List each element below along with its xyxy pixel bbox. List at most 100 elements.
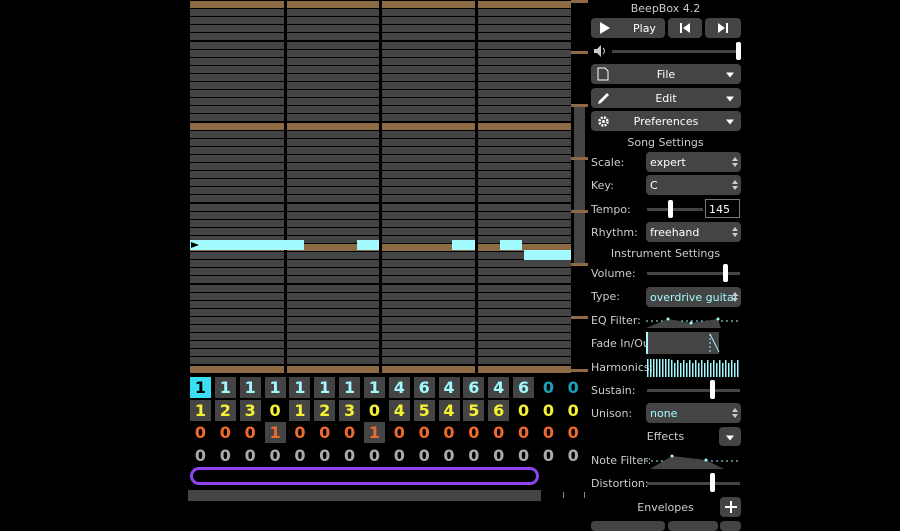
harmonic-bar[interactable]: [698, 363, 700, 377]
pattern-cell[interactable]: 6: [488, 399, 510, 421]
pattern-cell[interactable]: 5: [413, 399, 435, 421]
pattern-cell[interactable]: 0: [439, 445, 460, 466]
pattern-cell[interactable]: 0: [215, 422, 236, 443]
pattern-cell[interactable]: 0: [513, 422, 534, 443]
pattern-cell[interactable]: 6: [413, 377, 435, 398]
key-select[interactable]: C: [646, 175, 741, 195]
harmonic-bar[interactable]: [668, 359, 670, 377]
add-envelope-button[interactable]: [720, 497, 741, 517]
harmonic-bar[interactable]: [674, 363, 676, 377]
harmonic-bar[interactable]: [647, 359, 649, 377]
play-button[interactable]: Play: [591, 18, 665, 38]
pattern-cell[interactable]: 3: [339, 399, 361, 421]
harmonic-bar[interactable]: [692, 363, 694, 377]
tempo-thumb[interactable]: [668, 200, 673, 218]
octave-scroll-thumb[interactable]: [574, 105, 585, 266]
envelope-type-select[interactable]: [668, 521, 718, 531]
pattern-cell[interactable]: 0: [463, 445, 484, 466]
harmonic-bar[interactable]: [653, 359, 655, 377]
note[interactable]: [357, 240, 379, 250]
harmonic-bar[interactable]: [734, 363, 736, 377]
pattern-cell[interactable]: 0: [389, 445, 410, 466]
pattern-cell[interactable]: 0: [364, 445, 385, 466]
harmonic-bar[interactable]: [716, 363, 718, 377]
rhythm-select[interactable]: freehand: [646, 222, 741, 242]
harmonic-bar[interactable]: [671, 360, 673, 377]
tempo-input[interactable]: 145: [705, 199, 740, 218]
pattern-cell[interactable]: 0: [314, 422, 335, 443]
harmonic-bar[interactable]: [728, 363, 730, 377]
pattern-cell[interactable]: 0: [563, 400, 584, 421]
pattern-cell[interactable]: 0: [538, 400, 559, 421]
pattern-cell[interactable]: 4: [488, 377, 510, 398]
harmonic-bar[interactable]: [710, 363, 712, 377]
pattern-cell[interactable]: 0: [265, 400, 286, 421]
pattern-cell[interactable]: 1: [289, 399, 311, 421]
pattern-cell[interactable]: 1: [239, 377, 261, 398]
harmonic-bar[interactable]: [680, 363, 682, 377]
pattern-cell[interactable]: 0: [190, 422, 211, 443]
harmonic-bar[interactable]: [737, 360, 739, 377]
harmonic-bar[interactable]: [689, 360, 691, 377]
harmonic-bar[interactable]: [662, 359, 664, 377]
note[interactable]: [190, 240, 304, 250]
pattern-cell[interactable]: 0: [414, 445, 435, 466]
skip-back-button[interactable]: [668, 18, 702, 38]
harmonic-bar[interactable]: [695, 360, 697, 377]
pattern-cell[interactable]: 4: [388, 399, 410, 421]
octave-scrollbar[interactable]: [571, 0, 588, 374]
note[interactable]: [452, 240, 475, 250]
pattern-cell[interactable]: 6: [513, 377, 535, 398]
harmonic-bar[interactable]: [704, 363, 706, 377]
pattern-cell[interactable]: 2: [214, 399, 236, 421]
harmonics-editor[interactable]: [646, 357, 741, 377]
pattern-cell[interactable]: 1: [314, 377, 336, 398]
eq-filter-editor[interactable]: [646, 313, 741, 329]
pattern-cell[interactable]: 0: [488, 445, 509, 466]
pattern-cell[interactable]: 2: [314, 399, 336, 421]
pattern-cell[interactable]: 0: [488, 422, 509, 443]
pattern-editor[interactable]: [188, 0, 571, 374]
pattern-cell[interactable]: 0: [339, 445, 360, 466]
pattern-cell[interactable]: 0: [563, 422, 584, 443]
pattern-cell[interactable]: 0: [563, 377, 584, 398]
pattern-cell[interactable]: 1: [363, 422, 385, 443]
pattern-cell[interactable]: 0: [414, 422, 435, 443]
pattern-cell[interactable]: 0: [314, 445, 335, 466]
remove-envelope-button[interactable]: [720, 521, 741, 531]
harmonic-bar[interactable]: [722, 363, 724, 377]
harmonic-bar[interactable]: [665, 359, 667, 377]
note-filter-editor[interactable]: [646, 452, 741, 470]
harmonic-bar[interactable]: [731, 360, 733, 377]
note[interactable]: [500, 240, 522, 250]
pattern-cell[interactable]: 0: [538, 445, 559, 466]
harmonic-bar[interactable]: [650, 359, 652, 377]
pattern-cell[interactable]: 5: [463, 399, 485, 421]
harmonic-bar[interactable]: [677, 360, 679, 377]
pattern-cell[interactable]: 0: [240, 422, 261, 443]
preferences-menu[interactable]: Preferences: [591, 111, 741, 131]
pattern-cell[interactable]: 4: [438, 399, 460, 421]
harmonic-bar[interactable]: [707, 360, 709, 377]
type-select[interactable]: overdrive guitar: [646, 287, 741, 307]
tempo-track[interactable]: [647, 208, 703, 211]
pattern-cell[interactable]: 0: [190, 445, 211, 466]
pattern-cell[interactable]: 0: [240, 445, 261, 466]
pattern-cell[interactable]: 1: [264, 377, 286, 398]
scale-select[interactable]: expert: [646, 152, 741, 172]
pattern-cell[interactable]: 1: [190, 399, 211, 421]
harmonic-bar[interactable]: [683, 360, 685, 377]
pattern-cell[interactable]: 0: [538, 422, 559, 443]
note[interactable]: [524, 250, 571, 260]
pattern-cell[interactable]: 1: [190, 377, 211, 398]
pattern-cell[interactable]: 0: [339, 422, 360, 443]
unison-select[interactable]: none: [646, 403, 741, 423]
harmonic-bar[interactable]: [725, 360, 727, 377]
master-volume-thumb[interactable]: [736, 42, 741, 60]
pattern-cell[interactable]: 0: [364, 400, 385, 421]
pattern-cell[interactable]: 0: [289, 422, 310, 443]
pattern-cell[interactable]: 1: [339, 377, 361, 398]
harmonic-bar[interactable]: [701, 360, 703, 377]
pattern-cell[interactable]: 1: [289, 377, 311, 398]
instrument-volume-thumb[interactable]: [723, 264, 728, 282]
